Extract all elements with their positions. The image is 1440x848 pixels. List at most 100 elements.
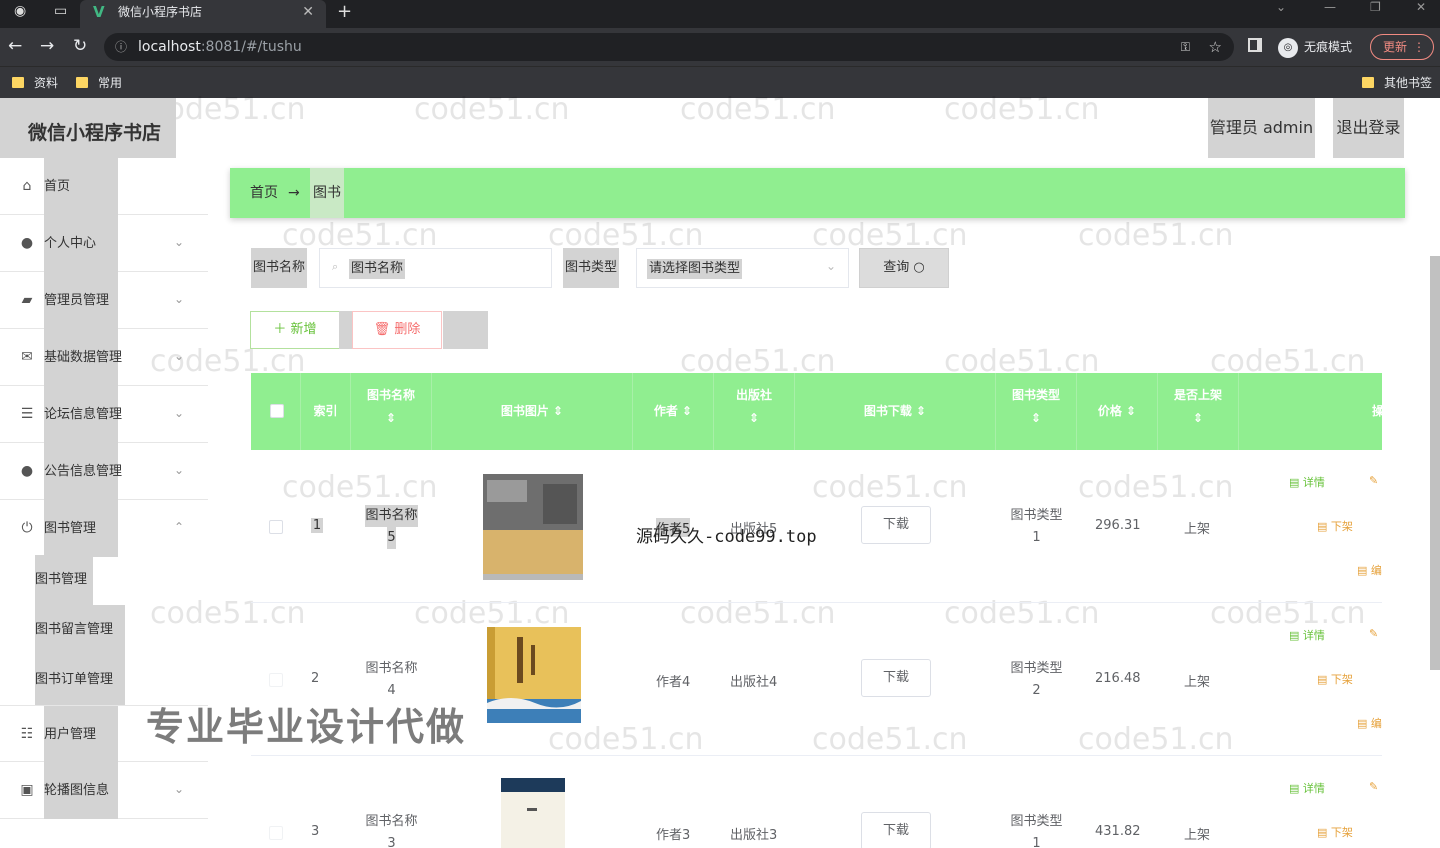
sidebar-item-admins[interactable]: ▰ 管理员管理 ⌄ xyxy=(0,272,208,329)
sidebar-subitem-book-manage[interactable]: 图书管理 xyxy=(35,555,93,605)
header-index[interactable]: 索引 xyxy=(301,373,351,450)
edit-icon[interactable]: ✎ xyxy=(1369,780,1378,793)
unlist-button[interactable]: ▤ 下架 xyxy=(1317,671,1353,687)
logout-button[interactable]: 退出登录 xyxy=(1333,98,1404,158)
kebab-menu-icon[interactable]: ⋮ xyxy=(1413,35,1425,59)
detail-button[interactable]: ▤ 详情 xyxy=(1289,780,1325,796)
header-author[interactable]: 作者 ⇕ xyxy=(633,373,714,450)
select-all-checkbox[interactable] xyxy=(270,404,284,418)
minimize-icon[interactable]: — xyxy=(1324,0,1336,14)
sidebar-item-label: 首页 xyxy=(44,158,118,215)
book-cover-image[interactable] xyxy=(501,778,565,848)
new-tab-icon[interactable]: + xyxy=(337,1,352,22)
edit-icon[interactable]: ✎ xyxy=(1369,627,1378,640)
sidebar-item-basic-data[interactable]: ✉ 基础数据管理 ⌄ xyxy=(0,329,208,386)
update-button[interactable]: 更新 ⋮ xyxy=(1370,34,1434,60)
close-tab-icon[interactable]: ✕ xyxy=(302,0,314,24)
sidebar-item-home[interactable]: ⌂ 首页 xyxy=(0,158,208,215)
header-image[interactable]: 图书图片 ⇕ xyxy=(432,373,633,450)
side-panel-icon[interactable] xyxy=(1248,38,1262,52)
row-price: 216.48 xyxy=(1095,671,1141,686)
chevron-down-icon: ⌄ xyxy=(174,463,185,477)
add-button[interactable]: ＋ 新增 xyxy=(250,311,340,349)
header-publisher[interactable]: 出版社 ⇕ xyxy=(714,373,795,450)
window-icon[interactable]: ▭ xyxy=(54,3,67,19)
detail-button[interactable]: ▤ 详情 xyxy=(1289,627,1325,643)
bookmark-folder[interactable]: 常用 xyxy=(76,74,122,91)
row-author: 作者3 xyxy=(656,828,691,843)
chevron-down-icon[interactable]: ⌄ xyxy=(1276,0,1286,14)
detail-button[interactable]: ▤ 详情 xyxy=(1289,474,1325,490)
watermark: code51.cn xyxy=(680,92,836,127)
chevron-down-icon: ⌄ xyxy=(174,292,185,306)
book-type-placeholder: 请选择图书类型 xyxy=(647,259,743,279)
book-name-placeholder: 图书名称 xyxy=(349,259,406,279)
breadcrumb: 首页 → 图书 xyxy=(230,168,1405,218)
back-icon[interactable]: ← xyxy=(8,36,22,56)
close-window-icon[interactable]: ✕ xyxy=(1416,0,1426,14)
vue-logo-icon: V xyxy=(93,3,105,21)
chevron-down-icon: ⌄ xyxy=(825,259,836,273)
header-actions: 操 xyxy=(1372,404,1382,418)
row-checkbox[interactable] xyxy=(269,673,283,687)
incognito-indicator[interactable]: ◎ 无痕模式 xyxy=(1278,36,1352,58)
header-type[interactable]: 图书类型 ⇕ xyxy=(996,373,1077,450)
book-name-input[interactable]: ⌕ 图书名称 xyxy=(319,248,552,288)
browser-tab[interactable]: V 微信小程序书店 ✕ xyxy=(80,0,326,28)
breadcrumb-home[interactable]: 首页 xyxy=(250,168,278,218)
sidebar-item-label: 论坛信息管理 xyxy=(44,386,122,443)
url-host: localhost xyxy=(138,39,201,55)
key-icon[interactable]: ⚿ xyxy=(1181,33,1190,61)
sidebar-item-forum[interactable]: ☰ 论坛信息管理 ⌄ xyxy=(0,386,208,443)
sidebar-item-carousel[interactable]: ▣ 轮播图信息 ⌄ xyxy=(0,762,208,819)
book-cover-image[interactable] xyxy=(483,474,583,580)
address-bar: ← → ↻ ⓘ localhost:8081/#/tushu ⚿ ☆ ◎ 无痕模式… xyxy=(0,28,1440,66)
sidebar-item-profile[interactable]: ● 个人中心 ⌄ xyxy=(0,215,208,272)
chevron-down-icon: ⌄ xyxy=(174,349,185,363)
search-icon: ○ xyxy=(913,260,925,275)
restore-icon[interactable]: ❐ xyxy=(1370,0,1381,14)
row-price: 431.82 xyxy=(1095,824,1141,839)
header-price[interactable]: 价格 ⇕ xyxy=(1077,373,1158,450)
table-header: 索引 图书名称 ⇕ 图书图片 ⇕ 作者 ⇕ 出版社 ⇕ 图书下载 ⇕ 图书类型 … xyxy=(251,373,1382,450)
sidebar-item-books[interactable]: ⏻ 图书管理 ⌃ xyxy=(0,500,208,557)
row-checkbox[interactable] xyxy=(269,520,283,534)
scrollbar[interactable] xyxy=(1430,256,1440,670)
hidden-button[interactable] xyxy=(443,311,488,349)
globe-icon[interactable]: ◉ xyxy=(14,3,26,19)
bookmark-folder[interactable]: 资料 xyxy=(12,74,58,91)
hidden-button[interactable] xyxy=(339,311,353,349)
admin-icon: ▰ xyxy=(21,292,33,308)
sidebar-subitem-book-comments[interactable]: 图书留言管理 xyxy=(35,605,125,655)
row-publisher: 出版社4 xyxy=(730,675,778,690)
download-button[interactable]: 下载 xyxy=(861,659,931,697)
url-input[interactable]: ⓘ localhost:8081/#/tushu ⚿ ☆ xyxy=(104,33,1234,61)
bookmarks-bar: 资料 常用 其他书签 xyxy=(0,66,1440,98)
edit-icon[interactable]: ✎ xyxy=(1369,474,1378,487)
delete-button[interactable]: 🗑 删除 xyxy=(352,311,442,349)
document-icon: ▤ xyxy=(1357,717,1368,730)
book-type-select[interactable]: 请选择图书类型 ⌄ xyxy=(636,248,849,288)
list-icon: ☰ xyxy=(20,406,34,422)
chevron-up-icon: ⌃ xyxy=(174,520,185,534)
header-listed[interactable]: 是否上架 ⇕ xyxy=(1158,373,1239,450)
forward-icon[interactable]: → xyxy=(40,36,54,56)
book-cover-image[interactable] xyxy=(487,627,581,723)
unlist-button[interactable]: ▤ 下架 xyxy=(1317,824,1353,840)
header-name[interactable]: 图书名称 ⇕ xyxy=(351,373,432,450)
download-button[interactable]: 下载 xyxy=(861,506,931,544)
edit-button[interactable]: ▤ 编 xyxy=(1357,562,1382,578)
download-button[interactable]: 下载 xyxy=(861,812,931,848)
unlist-button[interactable]: ▤ 下架 xyxy=(1317,518,1353,534)
edit-button[interactable]: ▤ 编 xyxy=(1357,715,1382,731)
star-icon[interactable]: ☆ xyxy=(1209,33,1222,61)
info-icon[interactable]: ⓘ xyxy=(115,33,127,61)
header-download[interactable]: 图书下载 ⇕ xyxy=(795,373,996,450)
reload-icon[interactable]: ↻ xyxy=(73,36,87,56)
sidebar-item-notice[interactable]: ● 公告信息管理 ⌄ xyxy=(0,443,208,500)
row-checkbox[interactable] xyxy=(269,826,283,840)
query-button[interactable]: 查询 ○ xyxy=(859,248,949,288)
other-bookmarks[interactable]: 其他书签 xyxy=(1362,74,1432,91)
sidebar-item-label: 个人中心 xyxy=(44,215,118,272)
sidebar-subitem-book-orders[interactable]: 图书订单管理 xyxy=(35,655,125,705)
